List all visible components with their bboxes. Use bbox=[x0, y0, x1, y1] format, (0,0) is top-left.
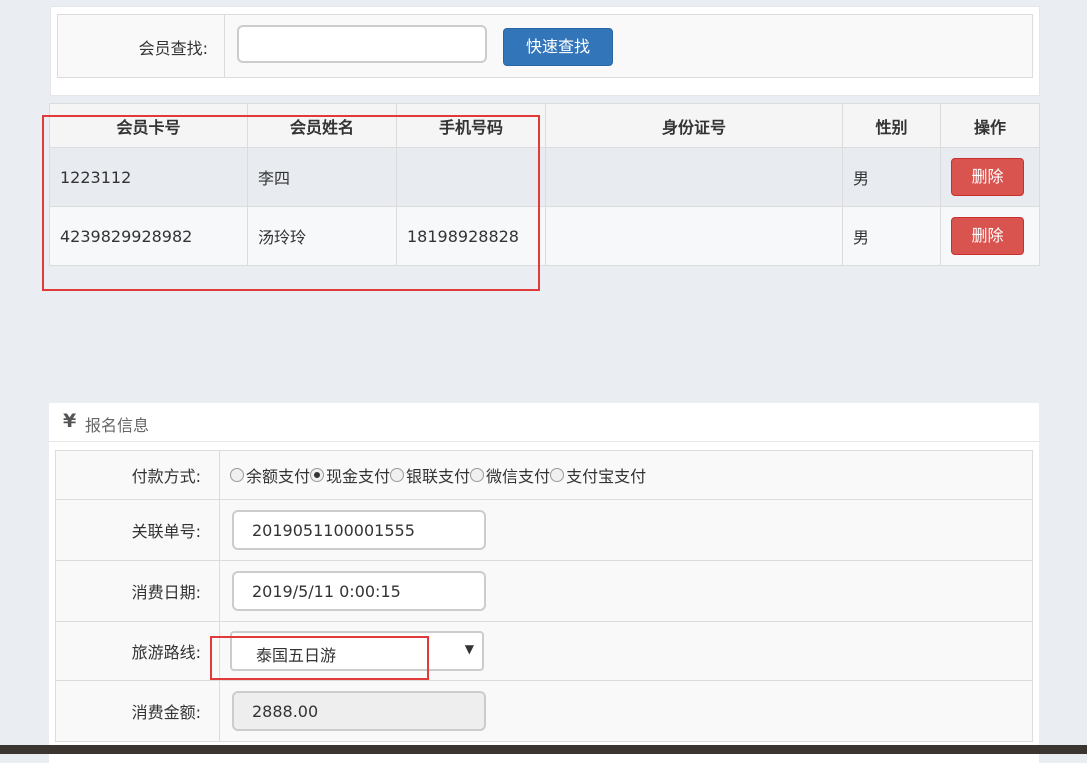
radio-icon[interactable] bbox=[550, 468, 565, 482]
form-row-payment: 付款方式: 余额支付 现金支付 银联支付 微信支付 支付宝支付 bbox=[55, 450, 1033, 500]
radio-label: 余额支付 bbox=[246, 467, 311, 486]
cell-id-no bbox=[545, 147, 843, 207]
dropdown-arrow-icon[interactable]: ▼ bbox=[465, 642, 474, 656]
header-card-no: 会员卡号 bbox=[49, 103, 248, 148]
order-no-input[interactable] bbox=[232, 510, 486, 550]
radio-icon[interactable] bbox=[390, 468, 405, 482]
header-name: 会员姓名 bbox=[247, 103, 397, 148]
cell-action: 删除 bbox=[940, 206, 1040, 266]
header-gender: 性别 bbox=[842, 103, 941, 148]
search-label-cell: 会员查找: bbox=[58, 15, 225, 77]
order-no-cell bbox=[219, 499, 1033, 561]
form-row-amount: 消费金额: bbox=[55, 680, 1033, 742]
delete-button[interactable]: 删除 bbox=[951, 158, 1024, 196]
form-row-route: 旅游路线: 泰国五日游 ▼ bbox=[55, 621, 1033, 681]
amount-input[interactable] bbox=[232, 691, 486, 731]
radio-label: 现金支付 bbox=[326, 467, 391, 486]
yen-icon: ¥ bbox=[63, 410, 77, 432]
member-search-input[interactable] bbox=[237, 25, 487, 63]
route-selected-value: 泰国五日游 bbox=[256, 646, 337, 665]
cell-gender: 男 bbox=[842, 206, 941, 266]
registration-form: 付款方式: 余额支付 现金支付 银联支付 微信支付 支付宝支付 关联单号: 20… bbox=[55, 450, 1033, 742]
registration-panel: ¥ 报名信息 付款方式: 余额支付 现金支付 银联支付 微信支付 支付宝支付 关… bbox=[49, 403, 1039, 763]
table-row[interactable]: 1223112 李四 男 删除 bbox=[49, 147, 1040, 207]
payment-label: 付款方式: bbox=[55, 450, 220, 500]
route-select[interactable]: 泰国五日游 ▼ bbox=[230, 631, 484, 671]
bottom-edge-strip bbox=[0, 745, 1087, 754]
radio-label: 银联支付 bbox=[406, 467, 471, 486]
radio-cash-pay[interactable]: 现金支付 bbox=[310, 463, 390, 487]
cell-card-no: 4239829928982 bbox=[49, 206, 248, 266]
radio-label: 支付宝支付 bbox=[566, 467, 647, 486]
radio-wechat-pay[interactable]: 微信支付 bbox=[470, 463, 550, 487]
member-search-row: 会员查找: 快速查找 bbox=[57, 14, 1033, 78]
table-row[interactable]: 4239829928982 汤玲玲 18198928828 男 删除 bbox=[49, 206, 1040, 266]
cell-card-no: 1223112 bbox=[49, 147, 248, 207]
order-no-label: 关联单号: bbox=[55, 499, 220, 561]
payment-options-cell: 余额支付 现金支付 银联支付 微信支付 支付宝支付 bbox=[219, 450, 1033, 500]
radio-unionpay[interactable]: 银联支付 bbox=[390, 463, 470, 487]
amount-cell bbox=[219, 680, 1033, 742]
route-label: 旅游路线: bbox=[55, 621, 220, 681]
registration-header: ¥ 报名信息 bbox=[49, 403, 1039, 442]
radio-checked-icon[interactable] bbox=[310, 468, 325, 482]
form-row-order-no: 关联单号: bbox=[55, 499, 1033, 561]
cell-phone: 18198928828 bbox=[396, 206, 546, 266]
radio-icon[interactable] bbox=[470, 468, 485, 482]
consume-date-input[interactable] bbox=[232, 571, 486, 611]
member-table-header: 会员卡号 会员姓名 手机号码 身份证号 性别 操作 bbox=[49, 103, 1040, 148]
registration-title: 报名信息 bbox=[85, 416, 150, 435]
member-search-panel: 会员查找: 快速查找 bbox=[50, 6, 1040, 96]
form-row-date: 消费日期: bbox=[55, 560, 1033, 622]
route-cell: 泰国五日游 ▼ bbox=[219, 621, 1033, 681]
cell-gender: 男 bbox=[842, 147, 941, 207]
amount-label: 消费金额: bbox=[55, 680, 220, 742]
cell-id-no bbox=[545, 206, 843, 266]
header-phone: 手机号码 bbox=[396, 103, 546, 148]
date-cell bbox=[219, 560, 1033, 622]
radio-icon[interactable] bbox=[230, 468, 244, 482]
quick-search-button[interactable]: 快速查找 bbox=[503, 28, 613, 66]
cell-name: 汤玲玲 bbox=[247, 206, 397, 266]
header-action: 操作 bbox=[940, 103, 1040, 148]
search-label: 会员查找: bbox=[138, 39, 208, 58]
radio-alipay[interactable]: 支付宝支付 bbox=[550, 463, 646, 487]
date-label: 消费日期: bbox=[55, 560, 220, 622]
radio-label: 微信支付 bbox=[486, 467, 551, 486]
cell-action: 删除 bbox=[940, 147, 1040, 207]
cell-phone bbox=[396, 147, 546, 207]
delete-button[interactable]: 删除 bbox=[951, 217, 1024, 255]
radio-balance-pay[interactable]: 余额支付 bbox=[230, 463, 310, 487]
member-table: 会员卡号 会员姓名 手机号码 身份证号 性别 操作 1223112 李四 男 删… bbox=[49, 103, 1040, 266]
header-id-no: 身份证号 bbox=[545, 103, 843, 148]
payment-radio-group: 余额支付 现金支付 银联支付 微信支付 支付宝支付 bbox=[230, 463, 1032, 487]
cell-name: 李四 bbox=[247, 147, 397, 207]
